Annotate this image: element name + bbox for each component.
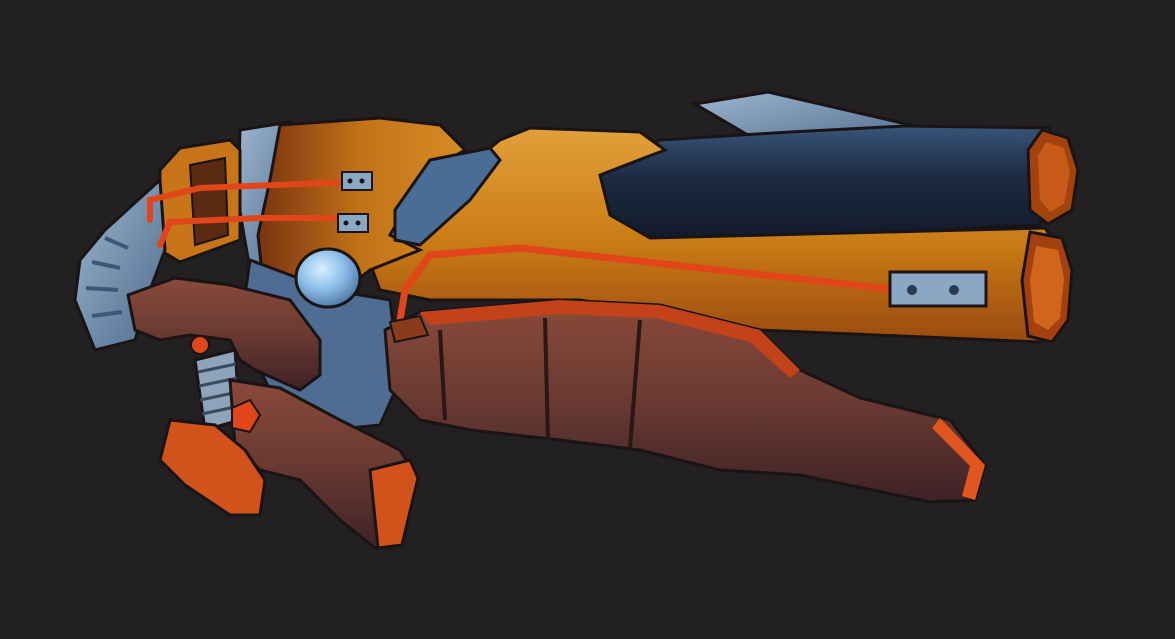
pipe-clip-1 xyxy=(341,171,373,191)
rivet-icon xyxy=(343,220,349,226)
rear-frame-slot xyxy=(188,156,230,247)
muzzle-bottom-face xyxy=(1030,246,1064,330)
blaster-illustration xyxy=(0,0,1175,639)
grip-red-button xyxy=(190,335,210,355)
rivet-icon xyxy=(949,285,959,295)
navy-barrel xyxy=(598,124,1052,242)
pipe-clip-3 xyxy=(888,270,988,308)
pipe-clip-2 xyxy=(337,213,369,233)
energy-orb xyxy=(294,247,362,309)
render-scene xyxy=(0,0,1175,639)
rivet-icon xyxy=(359,178,365,184)
rivet-icon xyxy=(347,178,353,184)
rivet-icon xyxy=(907,285,917,295)
rivet-icon xyxy=(355,220,361,226)
